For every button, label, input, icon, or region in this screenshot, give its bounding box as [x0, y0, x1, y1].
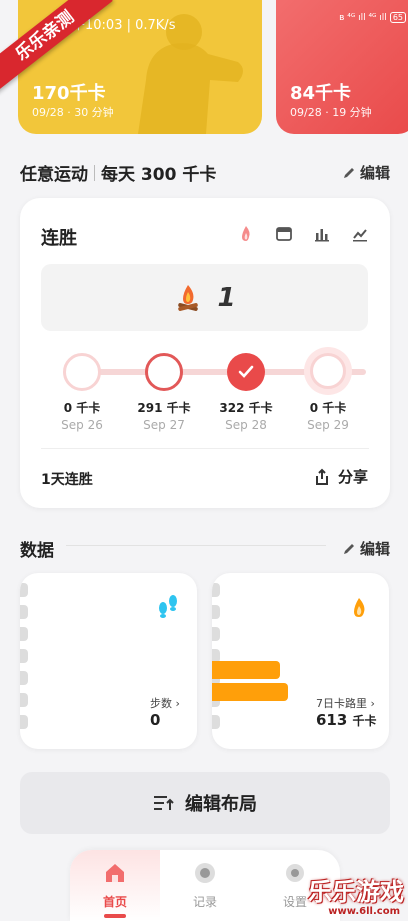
- gear-icon: [286, 864, 304, 882]
- data-edit-button[interactable]: 编辑: [342, 538, 390, 559]
- goal-header: 任意运动 每天 300 千卡 编辑: [20, 160, 390, 185]
- goal-title: 任意运动: [20, 165, 88, 185]
- status-indicators: ʙ ⁴ᴳ ıll ⁴ᴳ ıll 65: [339, 12, 406, 23]
- layout-list-icon: [154, 796, 174, 810]
- home-icon: [106, 864, 124, 882]
- streak-view-switcher: [236, 224, 370, 244]
- day-item: 291 千卡 Sep 27: [129, 399, 199, 432]
- workout-meta: 09/28 · 19 分钟: [290, 106, 372, 119]
- flame-icon[interactable]: [236, 224, 256, 244]
- day-item: 322 千卡 Sep 28: [211, 399, 281, 432]
- nav-active-indicator: [104, 914, 126, 918]
- day-node-done: [227, 353, 265, 391]
- calories-label: 7日卡路里 ›: [316, 697, 375, 710]
- bottom-nav: 首页 记录 设置: [70, 850, 340, 921]
- app-screen: 午10:03 | 0.7K/s 170千卡 09/28 · 30 分钟 ʙ ⁴ᴳ…: [0, 0, 408, 921]
- workout-card-red[interactable]: ʙ ⁴ᴳ ıll ⁴ᴳ ıll 65 84千卡 09/28 · 19 分钟: [276, 0, 408, 134]
- goal-edit-button[interactable]: 编辑: [342, 162, 390, 183]
- goal-subtitle: 每天 300 千卡: [101, 165, 217, 185]
- day-date: Sep 26: [61, 418, 103, 432]
- streak-summary: 1天连胜: [41, 472, 93, 488]
- steps-value: 0: [150, 711, 161, 729]
- edit-label: 编辑: [359, 540, 390, 558]
- nav-label: 首页: [102, 895, 127, 909]
- line-chart-icon[interactable]: [350, 224, 370, 244]
- edit-layout-button[interactable]: 编辑布局: [20, 772, 390, 834]
- flame-icon: [354, 598, 365, 617]
- calendar-icon[interactable]: [274, 224, 294, 244]
- day-item: 0 千卡 Sep 26: [47, 399, 117, 432]
- day-node-today: [304, 347, 352, 395]
- day-value: 291 千卡: [137, 401, 191, 415]
- campfire-icon: [178, 284, 199, 311]
- share-label: 分享: [337, 468, 368, 486]
- record-icon: [195, 863, 215, 883]
- streak-count: 1: [217, 282, 236, 313]
- footprints-icon: [159, 595, 177, 618]
- day-node-partial: [145, 353, 183, 391]
- day-value: 322 千卡: [219, 401, 273, 415]
- steps-card[interactable]: 步数 › 0: [20, 573, 197, 749]
- battery-icon: 65: [389, 12, 406, 23]
- workout-kcal: 84千卡: [290, 83, 352, 104]
- day-date: Sep 28: [225, 418, 267, 432]
- workout-meta: 09/28 · 30 分钟: [32, 106, 114, 119]
- divider: [41, 448, 369, 449]
- watermark-brand: 乐乐游戏: [308, 878, 404, 906]
- day-node-today-inner: [310, 353, 346, 389]
- calorie-bar: [212, 683, 288, 701]
- streak-banner: 1: [41, 264, 368, 331]
- calories-value: 613 千卡: [316, 711, 377, 729]
- data-header: 数据 编辑: [20, 536, 390, 561]
- placeholder-bars: [20, 583, 28, 737]
- divider: [66, 545, 326, 546]
- signal-indicators: ʙ ⁴ᴳ ıll ⁴ᴳ ıll: [339, 12, 387, 23]
- check-icon: [238, 365, 254, 378]
- day-date: Sep 29: [307, 418, 349, 432]
- watermark-url: www.6ll.com: [328, 906, 400, 917]
- share-icon: [315, 468, 328, 485]
- streak-title: 连胜: [41, 228, 77, 249]
- streak-card: 连胜 1 0 千卡 Sep 26 291 千卡 Sep 27 322 千卡 Se…: [20, 198, 390, 508]
- placeholder-bars: [212, 583, 220, 737]
- steps-label: 步数 ›: [150, 697, 180, 710]
- pencil-icon: [343, 543, 354, 554]
- edit-layout-label: 编辑布局: [185, 794, 257, 815]
- divider: [94, 164, 95, 181]
- nav-label: 记录: [192, 895, 217, 909]
- day-value: 0 千卡: [309, 401, 347, 415]
- day-item: 0 千卡 Sep 29: [293, 399, 363, 432]
- calories-card[interactable]: 7日卡路里 › 613 千卡: [212, 573, 389, 749]
- share-button[interactable]: 分享: [314, 466, 368, 487]
- nav-item-records[interactable]: 记录: [170, 860, 240, 910]
- day-date: Sep 27: [143, 418, 185, 432]
- bar-chart-icon[interactable]: [312, 224, 332, 244]
- calorie-bar: [212, 661, 280, 679]
- edit-label: 编辑: [359, 164, 390, 182]
- pencil-icon: [343, 167, 354, 178]
- workout-kcal: 170千卡: [32, 83, 106, 104]
- day-node-empty: [63, 353, 101, 391]
- data-title: 数据: [20, 541, 54, 561]
- nav-item-home[interactable]: 首页: [80, 860, 150, 910]
- day-value: 0 千卡: [63, 401, 101, 415]
